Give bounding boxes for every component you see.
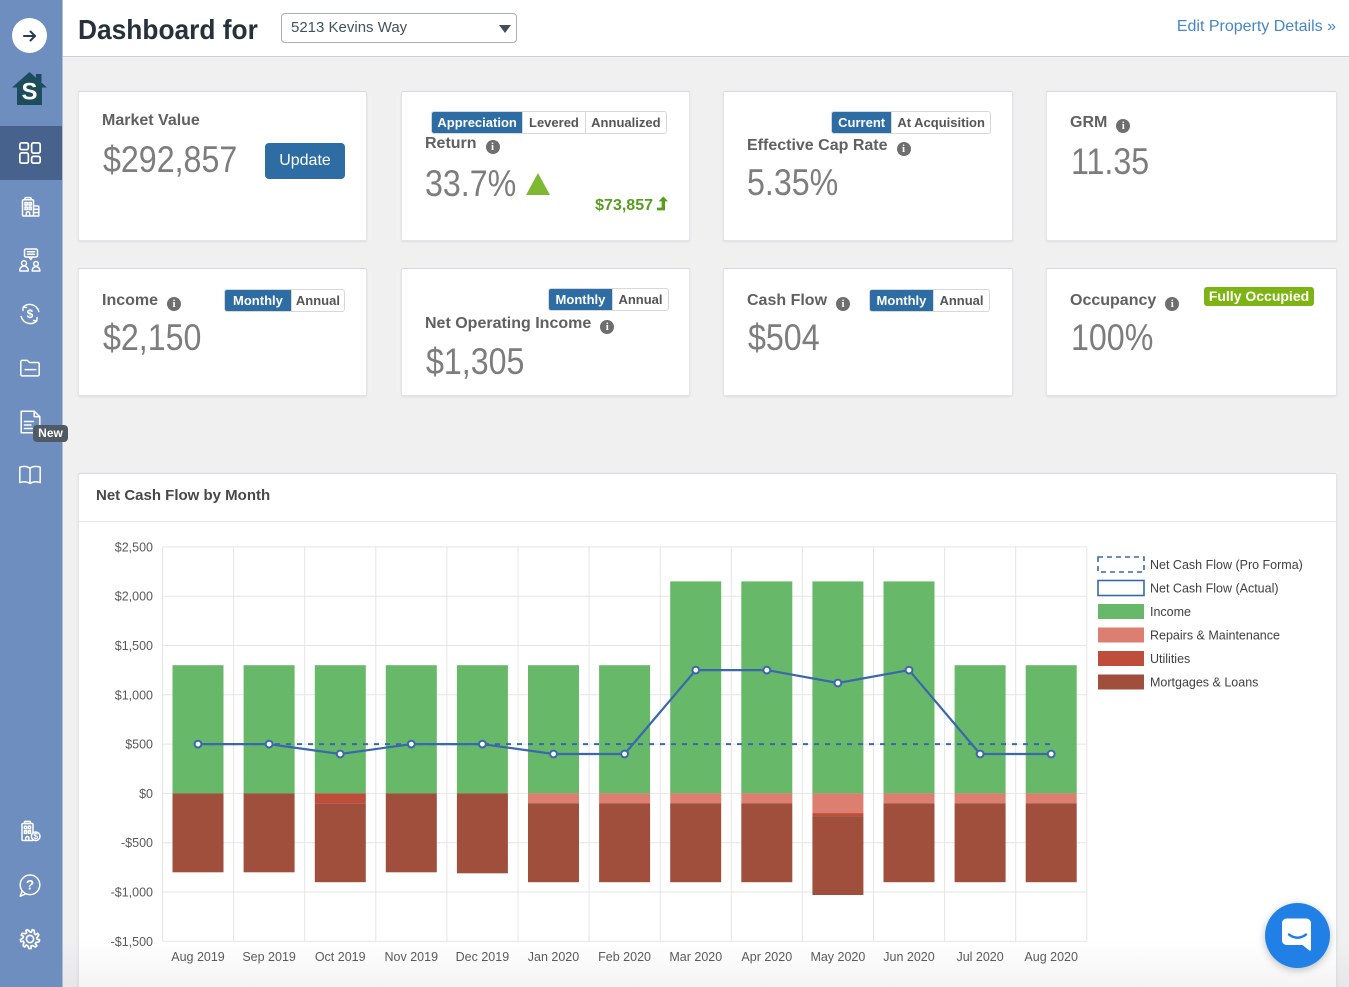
svg-text:$1,500: $1,500 — [115, 639, 153, 653]
svg-text:$1,000: $1,000 — [115, 688, 153, 702]
svg-text:Jan 2020: Jan 2020 — [528, 950, 579, 964]
svg-text:Aug 2019: Aug 2019 — [171, 950, 225, 964]
svg-text:Nov 2019: Nov 2019 — [385, 950, 439, 964]
svg-text:-$1,500: -$1,500 — [111, 935, 153, 949]
svg-text:?: ? — [26, 878, 34, 893]
svg-text:$: $ — [33, 831, 38, 841]
svg-text:Sep 2019: Sep 2019 — [242, 950, 296, 964]
svg-text:-$500: -$500 — [121, 836, 153, 850]
svg-text:Jun 2020: Jun 2020 — [883, 950, 934, 964]
svg-text:-$1,000: -$1,000 — [111, 886, 153, 900]
svg-text:Mar 2020: Mar 2020 — [669, 950, 722, 964]
svg-text:Net Cash Flow (Actual): Net Cash Flow (Actual) — [1150, 582, 1279, 596]
svg-text:Oct 2019: Oct 2019 — [315, 950, 366, 964]
svg-text:Mortgages & Loans: Mortgages & Loans — [1150, 676, 1258, 690]
svg-text:$500: $500 — [125, 738, 153, 752]
svg-text:S: S — [21, 79, 37, 106]
svg-text:Utilities: Utilities — [1150, 652, 1190, 666]
svg-text:$: $ — [27, 307, 34, 321]
svg-text:Income: Income — [1150, 605, 1191, 619]
svg-text:Feb 2020: Feb 2020 — [598, 950, 651, 964]
svg-text:Net Cash Flow (Pro Forma): Net Cash Flow (Pro Forma) — [1150, 558, 1303, 572]
svg-text:Aug 2020: Aug 2020 — [1024, 950, 1078, 964]
svg-text:Apr 2020: Apr 2020 — [741, 950, 792, 964]
svg-text:$0: $0 — [139, 787, 153, 801]
svg-text:Dec 2019: Dec 2019 — [456, 950, 510, 964]
svg-text:$2,500: $2,500 — [115, 540, 153, 554]
svg-text:$2,000: $2,000 — [115, 590, 153, 604]
svg-text:Repairs & Maintenance: Repairs & Maintenance — [1150, 629, 1280, 643]
svg-text:Jul 2020: Jul 2020 — [956, 950, 1003, 964]
svg-text:May 2020: May 2020 — [810, 950, 865, 964]
